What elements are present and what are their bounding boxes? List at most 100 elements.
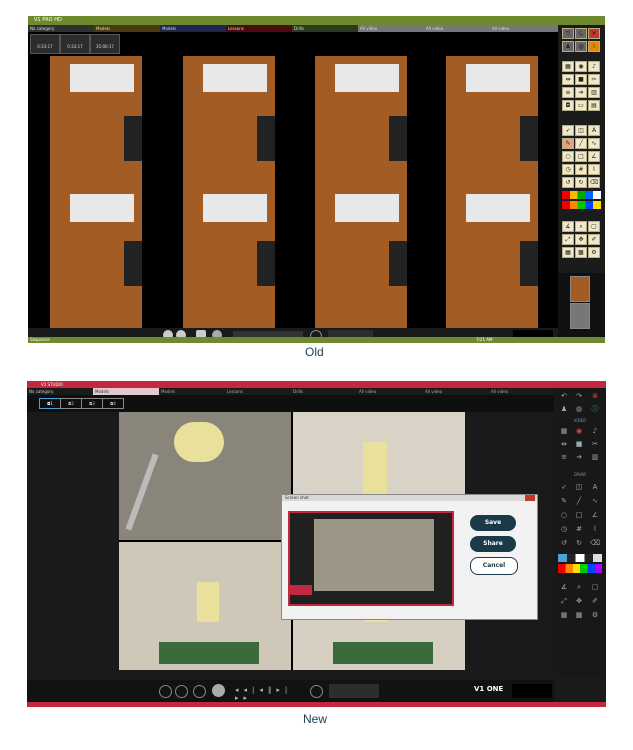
compare-icon[interactable]: ⇹ — [562, 74, 574, 85]
scissors-icon[interactable]: ✂ — [588, 74, 600, 85]
grid-icon[interactable]: # — [575, 164, 587, 175]
line-icon[interactable]: ╱ — [573, 496, 585, 506]
compare-icon[interactable]: ⇹ — [558, 439, 570, 449]
eraser-icon[interactable]: ⌫ — [589, 538, 601, 548]
frame-icon[interactable]: ▢ — [588, 221, 600, 232]
circle-icon[interactable]: ○ — [558, 510, 570, 520]
angle-icon[interactable]: ∠ — [589, 510, 601, 520]
delete-icon[interactable]: ▤ — [588, 100, 600, 111]
text-icon[interactable]: A — [588, 125, 600, 136]
circle-icon[interactable]: ○ — [562, 151, 574, 162]
globe-icon[interactable]: ◍ — [575, 41, 587, 52]
record-tool-icon[interactable]: ◉ — [575, 61, 587, 72]
overlay-icon[interactable]: ▩ — [573, 610, 585, 620]
move-icon[interactable]: ✥ — [575, 234, 587, 245]
list-icon[interactable]: ≡ — [562, 87, 574, 98]
info-icon[interactable]: i — [588, 41, 600, 52]
old-tab[interactable]: All video — [424, 25, 490, 32]
table-icon[interactable]: ▦ — [558, 610, 570, 620]
audio-tool-icon[interactable]: ♪ — [589, 426, 601, 436]
audio-tool-icon[interactable]: ♪ — [588, 61, 600, 72]
rotate-right-icon[interactable]: ↻ — [575, 177, 587, 188]
frame-icon[interactable]: ▢ — [589, 582, 601, 592]
rewind-icon[interactable] — [159, 685, 172, 698]
pen-icon[interactable]: ✐ — [588, 234, 600, 245]
pointer-icon[interactable]: ➶ — [562, 125, 574, 136]
grid-tool-icon[interactable]: ▦ — [562, 61, 574, 72]
table-icon[interactable]: ▦ — [562, 247, 574, 258]
overlay-icon[interactable]: ▩ — [575, 247, 587, 258]
new-tab[interactable]: No category — [27, 388, 93, 395]
curve-icon[interactable]: ∿ — [589, 496, 601, 506]
photo-icon[interactable]: ◫ — [573, 482, 585, 492]
share-button[interactable]: Share — [470, 536, 516, 552]
dialog-close-icon[interactable] — [525, 495, 535, 501]
trash-icon[interactable]: ▥ — [588, 87, 600, 98]
old-tab[interactable]: Lessons — [226, 25, 292, 32]
trash-icon[interactable]: ▥ — [589, 452, 601, 462]
text-icon[interactable]: A — [589, 482, 601, 492]
spine-icon[interactable]: ⌇ — [589, 524, 601, 534]
photo-icon[interactable]: ◫ — [575, 125, 587, 136]
line-style-palette[interactable] — [558, 554, 602, 562]
video-thumbnail[interactable] — [570, 303, 590, 329]
camera-button[interactable]: ◘2 — [60, 398, 82, 409]
angle-measure-icon[interactable]: ∡ — [558, 582, 570, 592]
camera-button[interactable]: ◘3 — [81, 398, 103, 409]
redo-icon[interactable]: ⮎ — [575, 28, 587, 39]
rotate-right-icon[interactable]: ↻ — [573, 538, 585, 548]
pencil-icon[interactable]: ✎ — [558, 496, 570, 506]
old-video-area[interactable] — [28, 56, 558, 328]
settings-icon[interactable]: ⚙ — [588, 247, 600, 258]
pencil-icon[interactable]: ✎ — [562, 138, 574, 149]
camera-button[interactable]: ◘4 — [102, 398, 124, 409]
color-palette[interactable] — [562, 201, 601, 209]
record-tool-icon[interactable]: ◉ — [573, 426, 585, 436]
old-tab[interactable]: Models — [160, 25, 226, 32]
stop-icon[interactable]: ■ — [575, 74, 587, 85]
person-icon[interactable]: ♟ — [558, 404, 570, 414]
camera-icon[interactable]: ◘ — [562, 100, 574, 111]
redo-icon[interactable]: ↷ — [573, 391, 585, 401]
magnifier-icon[interactable]: ⌕ — [575, 221, 587, 232]
old-camera-button[interactable]: 0:33:17 — [30, 34, 60, 54]
close-icon[interactable]: ⊗ — [589, 391, 601, 401]
new-tab[interactable]: Lessons — [225, 388, 291, 395]
zoom-icon[interactable]: ⤢ — [562, 234, 574, 245]
forward-icon[interactable] — [175, 685, 188, 698]
pointer-icon[interactable]: ➶ — [558, 482, 570, 492]
new-video-area[interactable]: Screen shot Save Share Cancel — [119, 412, 538, 670]
clock-icon[interactable]: ◷ — [558, 524, 570, 534]
rotate-left-icon[interactable]: ↺ — [562, 177, 574, 188]
playback-controls[interactable]: ◂◂|◂‖▸|▸▸ — [235, 686, 305, 702]
old-tab[interactable]: No category — [28, 25, 94, 32]
old-tab[interactable]: Models — [94, 25, 160, 32]
arrow-right-icon[interactable]: ➔ — [573, 452, 585, 462]
new-tab[interactable]: Models — [93, 388, 159, 395]
old-camera-button[interactable]: 35:00:17 — [90, 34, 120, 54]
spine-icon[interactable]: ⌇ — [588, 164, 600, 175]
list-icon[interactable]: ≡ — [558, 452, 570, 462]
save-button[interactable]: Save — [470, 515, 516, 531]
zoom-icon[interactable]: ⤢ — [558, 596, 570, 606]
move-icon[interactable]: ✥ — [573, 596, 585, 606]
export-icon[interactable]: ▭ — [575, 100, 587, 111]
new-tab[interactable]: All video — [489, 388, 554, 395]
rectangle-icon[interactable]: □ — [575, 151, 587, 162]
rotate-left-icon[interactable]: ↺ — [558, 538, 570, 548]
new-tab[interactable]: Models — [159, 388, 225, 395]
close-icon[interactable]: ✕ — [588, 28, 600, 39]
angle-icon[interactable]: ∠ — [588, 151, 600, 162]
color-palette[interactable] — [558, 564, 602, 573]
play-icon[interactable] — [310, 685, 323, 698]
stop-icon[interactable]: ■ — [573, 439, 585, 449]
arrow-right-icon[interactable]: ➔ — [575, 87, 587, 98]
color-palette[interactable] — [562, 191, 601, 199]
new-tab[interactable]: All video — [423, 388, 489, 395]
line-icon[interactable]: ╱ — [575, 138, 587, 149]
settings-icon[interactable]: ⚙ — [589, 610, 601, 620]
jog-wheel-icon[interactable] — [212, 684, 225, 697]
curve-icon[interactable]: ∿ — [588, 138, 600, 149]
undo-icon[interactable]: ⮌ — [562, 28, 574, 39]
video-thumbnail[interactable] — [570, 276, 590, 302]
